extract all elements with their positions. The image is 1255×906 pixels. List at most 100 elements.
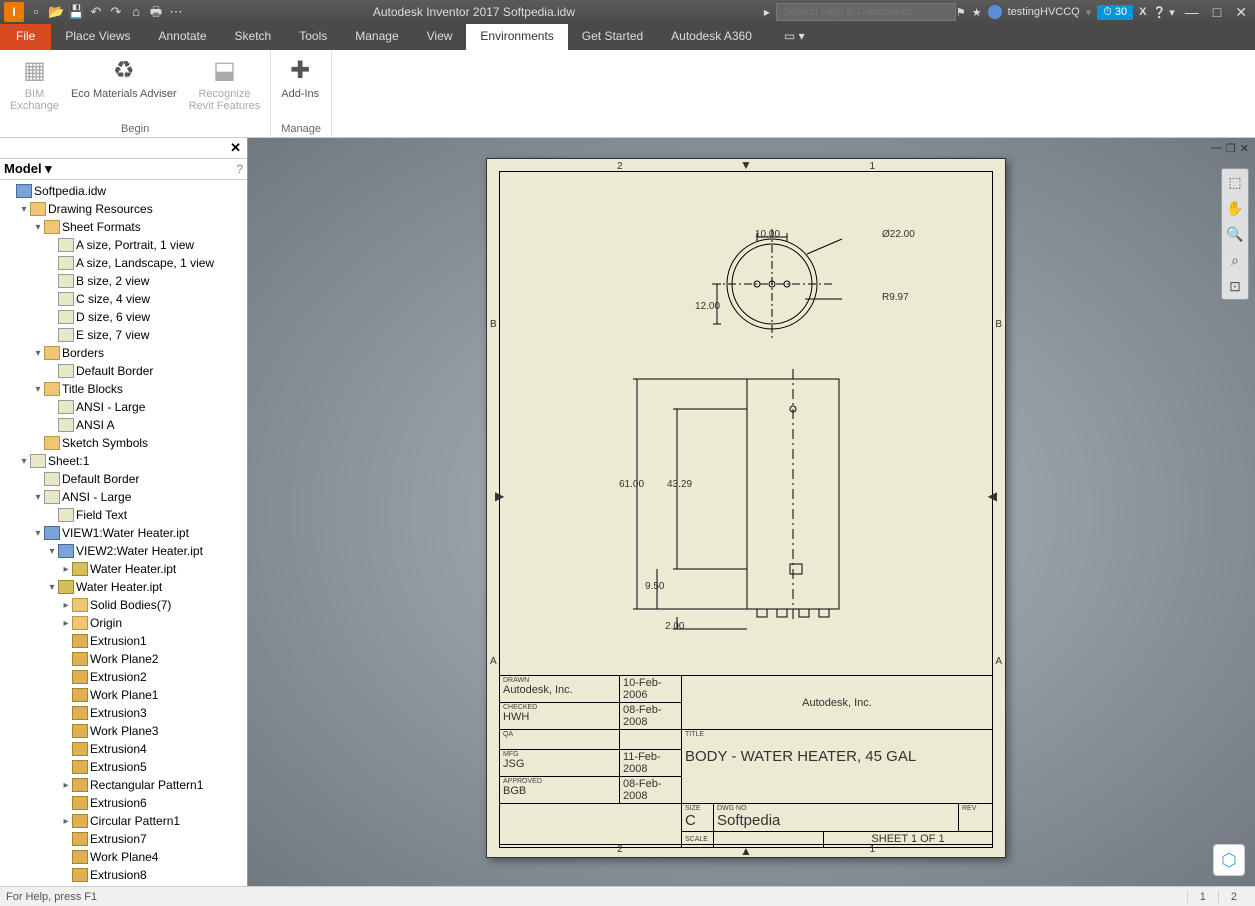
user-name[interactable]: testingHVCCQ	[1008, 6, 1080, 18]
user-avatar-icon[interactable]	[988, 5, 1002, 19]
tree-node[interactable]: ▾Sheet:1	[4, 452, 247, 470]
menu-place-views[interactable]: Place Views	[51, 24, 144, 50]
menu-tools[interactable]: Tools	[285, 24, 341, 50]
browser-help-icon[interactable]: ?	[236, 162, 243, 176]
tree-node[interactable]: A size, Portrait, 1 view	[4, 236, 247, 254]
menu-autodesk-a360[interactable]: Autodesk A360	[657, 24, 766, 50]
signin-icon[interactable]: ⚑	[956, 6, 966, 19]
qat-save-icon[interactable]: 💾	[68, 4, 84, 20]
tree-node[interactable]: ▸Solid Bodies(7)	[4, 596, 247, 614]
expand-icon[interactable]: ▾	[32, 492, 44, 503]
expand-icon[interactable]: ▸	[60, 564, 72, 575]
status-page-1[interactable]: 1	[1187, 891, 1218, 903]
tree-node[interactable]: Work Plane4	[4, 848, 247, 866]
tree-node[interactable]: A size, Landscape, 1 view	[4, 254, 247, 272]
expand-icon[interactable]: ▾	[32, 348, 44, 359]
tree-node[interactable]: Extrusion7	[4, 830, 247, 848]
tree-node[interactable]: D size, 6 view	[4, 308, 247, 326]
expand-icon[interactable]: ▸	[60, 618, 72, 629]
tree-node[interactable]: ▾ANSI - Large	[4, 488, 247, 506]
menu-view[interactable]: View	[413, 24, 467, 50]
doc-restore-icon[interactable]: ❐	[1226, 142, 1236, 155]
menu-collapse[interactable]: ▭ ▾	[770, 24, 819, 50]
expand-icon[interactable]: ▾	[32, 384, 44, 395]
nav-zoom-icon[interactable]: 🔍	[1222, 221, 1248, 247]
expand-icon[interactable]: ▾	[46, 582, 58, 593]
close-button[interactable]: ✕	[1231, 4, 1251, 21]
tree-node[interactable]: Default Border	[4, 470, 247, 488]
tree-node[interactable]: ▸Origin	[4, 614, 247, 632]
qat-new-icon[interactable]: ▫	[28, 4, 44, 20]
qat-print-icon[interactable]: 🖶	[148, 4, 164, 20]
expand-icon[interactable]: ▸	[60, 780, 72, 791]
qat-redo-icon[interactable]: ↷	[108, 4, 124, 20]
help-search-input[interactable]	[776, 3, 956, 21]
expand-icon[interactable]: ▾	[46, 546, 58, 557]
ribbon-eco-materials-adviser[interactable]: ♻Eco Materials Adviser	[71, 54, 177, 100]
tree-node[interactable]: Field Text	[4, 506, 247, 524]
expand-icon[interactable]: ▾	[18, 204, 30, 215]
doc-close-icon[interactable]: ✕	[1240, 142, 1249, 155]
qat-undo-icon[interactable]: ↶	[88, 4, 104, 20]
trial-badge[interactable]: ⏱ 30	[1097, 5, 1133, 20]
tree-node[interactable]: B size, 2 view	[4, 272, 247, 290]
tree-node[interactable]: Work Plane3	[4, 722, 247, 740]
nav-zoomwin-icon[interactable]: ⌕	[1222, 247, 1248, 273]
tree-node[interactable]: ▾Sheet Formats	[4, 218, 247, 236]
tree-node[interactable]: Extrusion2	[4, 668, 247, 686]
tree-node[interactable]: E size, 7 view	[4, 326, 247, 344]
status-page-2[interactable]: 2	[1218, 891, 1249, 903]
expand-icon[interactable]: ▸	[60, 816, 72, 827]
expand-icon[interactable]: ▾	[18, 456, 30, 467]
tree-node[interactable]: C size, 4 view	[4, 290, 247, 308]
tree-node[interactable]: Sketch Symbols	[4, 434, 247, 452]
tree-node[interactable]: Extrusion4	[4, 740, 247, 758]
drawing-canvas[interactable]: — ❐ ✕ ⬚ ✋ 🔍 ⌕ ⊡ 2 1 2 1 B B A A ▼ ▲ ▶ ◀	[248, 138, 1255, 886]
tree-node[interactable]: ▾VIEW1:Water Heater.ipt	[4, 524, 247, 542]
tree-node[interactable]: Extrusion6	[4, 794, 247, 812]
menu-manage[interactable]: Manage	[341, 24, 412, 50]
qat-play-icon[interactable]: ▸	[764, 5, 770, 19]
tree-node[interactable]: ▾Water Heater.ipt	[4, 578, 247, 596]
browser-title[interactable]: Model	[4, 161, 42, 176]
favorite-icon[interactable]: ★	[972, 6, 982, 19]
share-button[interactable]: ⬡	[1213, 844, 1245, 876]
menu-get-started[interactable]: Get Started	[568, 24, 657, 50]
tree-node[interactable]: ANSI - Large	[4, 398, 247, 416]
nav-pan-icon[interactable]: ✋	[1222, 195, 1248, 221]
expand-icon[interactable]: ▸	[60, 600, 72, 611]
tree-node[interactable]: ▾Drawing Resources	[4, 200, 247, 218]
menu-file[interactable]: File	[0, 24, 51, 50]
browser-close-icon[interactable]: ✕	[230, 140, 241, 156]
tree-node[interactable]: ▾VIEW2:Water Heater.ipt	[4, 542, 247, 560]
exchange-icon[interactable]: X	[1139, 6, 1146, 18]
doc-minimize-icon[interactable]: —	[1211, 142, 1222, 155]
qat-more-icon[interactable]: ⋯	[168, 4, 184, 20]
nav-zoomall-icon[interactable]: ⊡	[1222, 273, 1248, 299]
menu-annotate[interactable]: Annotate	[145, 24, 221, 50]
expand-icon[interactable]: ▾	[32, 222, 44, 233]
tree-node[interactable]: Extrusion5	[4, 758, 247, 776]
tree-node[interactable]: ▸Rectangular Pattern1	[4, 776, 247, 794]
model-tree[interactable]: Softpedia.idw▾Drawing Resources▾Sheet Fo…	[0, 180, 247, 886]
ribbon-add-ins[interactable]: ✚Add-Ins	[281, 54, 319, 100]
qat-home-icon[interactable]: ⌂	[128, 4, 144, 20]
tree-node[interactable]: ▾Title Blocks	[4, 380, 247, 398]
expand-icon[interactable]: ▾	[32, 528, 44, 539]
menu-sketch[interactable]: Sketch	[221, 24, 286, 50]
tree-node[interactable]: ▸Circular Pattern1	[4, 812, 247, 830]
tree-node[interactable]: Softpedia.idw	[4, 182, 247, 200]
help-icon[interactable]: ❔ ▾	[1153, 6, 1175, 19]
tree-node[interactable]: Default Border	[4, 362, 247, 380]
tree-node[interactable]: Extrusion3	[4, 704, 247, 722]
tree-node[interactable]: Extrusion8	[4, 866, 247, 884]
tree-node[interactable]: Extrusion1	[4, 632, 247, 650]
tree-node[interactable]: ANSI A	[4, 416, 247, 434]
qat-open-icon[interactable]: 📂	[48, 4, 64, 20]
nav-full-icon[interactable]: ⬚	[1222, 169, 1248, 195]
tree-node[interactable]: ▾Borders	[4, 344, 247, 362]
tree-node[interactable]: ▸Water Heater.ipt	[4, 560, 247, 578]
minimize-button[interactable]: —	[1181, 4, 1203, 20]
tree-node[interactable]: Work Plane2	[4, 650, 247, 668]
menu-environments[interactable]: Environments	[466, 24, 567, 50]
